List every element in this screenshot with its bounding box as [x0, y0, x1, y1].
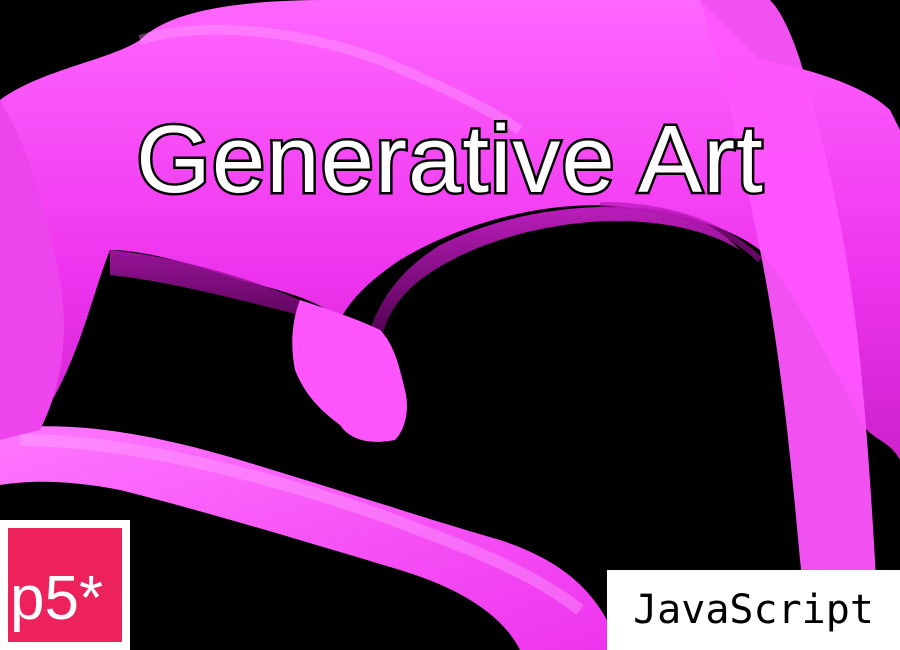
artwork-canvas: Generative Art p5* JavaScript	[0, 0, 900, 650]
page-title: Generative Art	[134, 104, 766, 216]
middle-tongue-stroke	[292, 300, 407, 442]
javascript-badge: JavaScript	[607, 570, 900, 650]
p5-logo-text: p5*	[8, 528, 122, 642]
generative-strokes	[0, 0, 900, 650]
p5-logo: p5*	[0, 520, 130, 650]
